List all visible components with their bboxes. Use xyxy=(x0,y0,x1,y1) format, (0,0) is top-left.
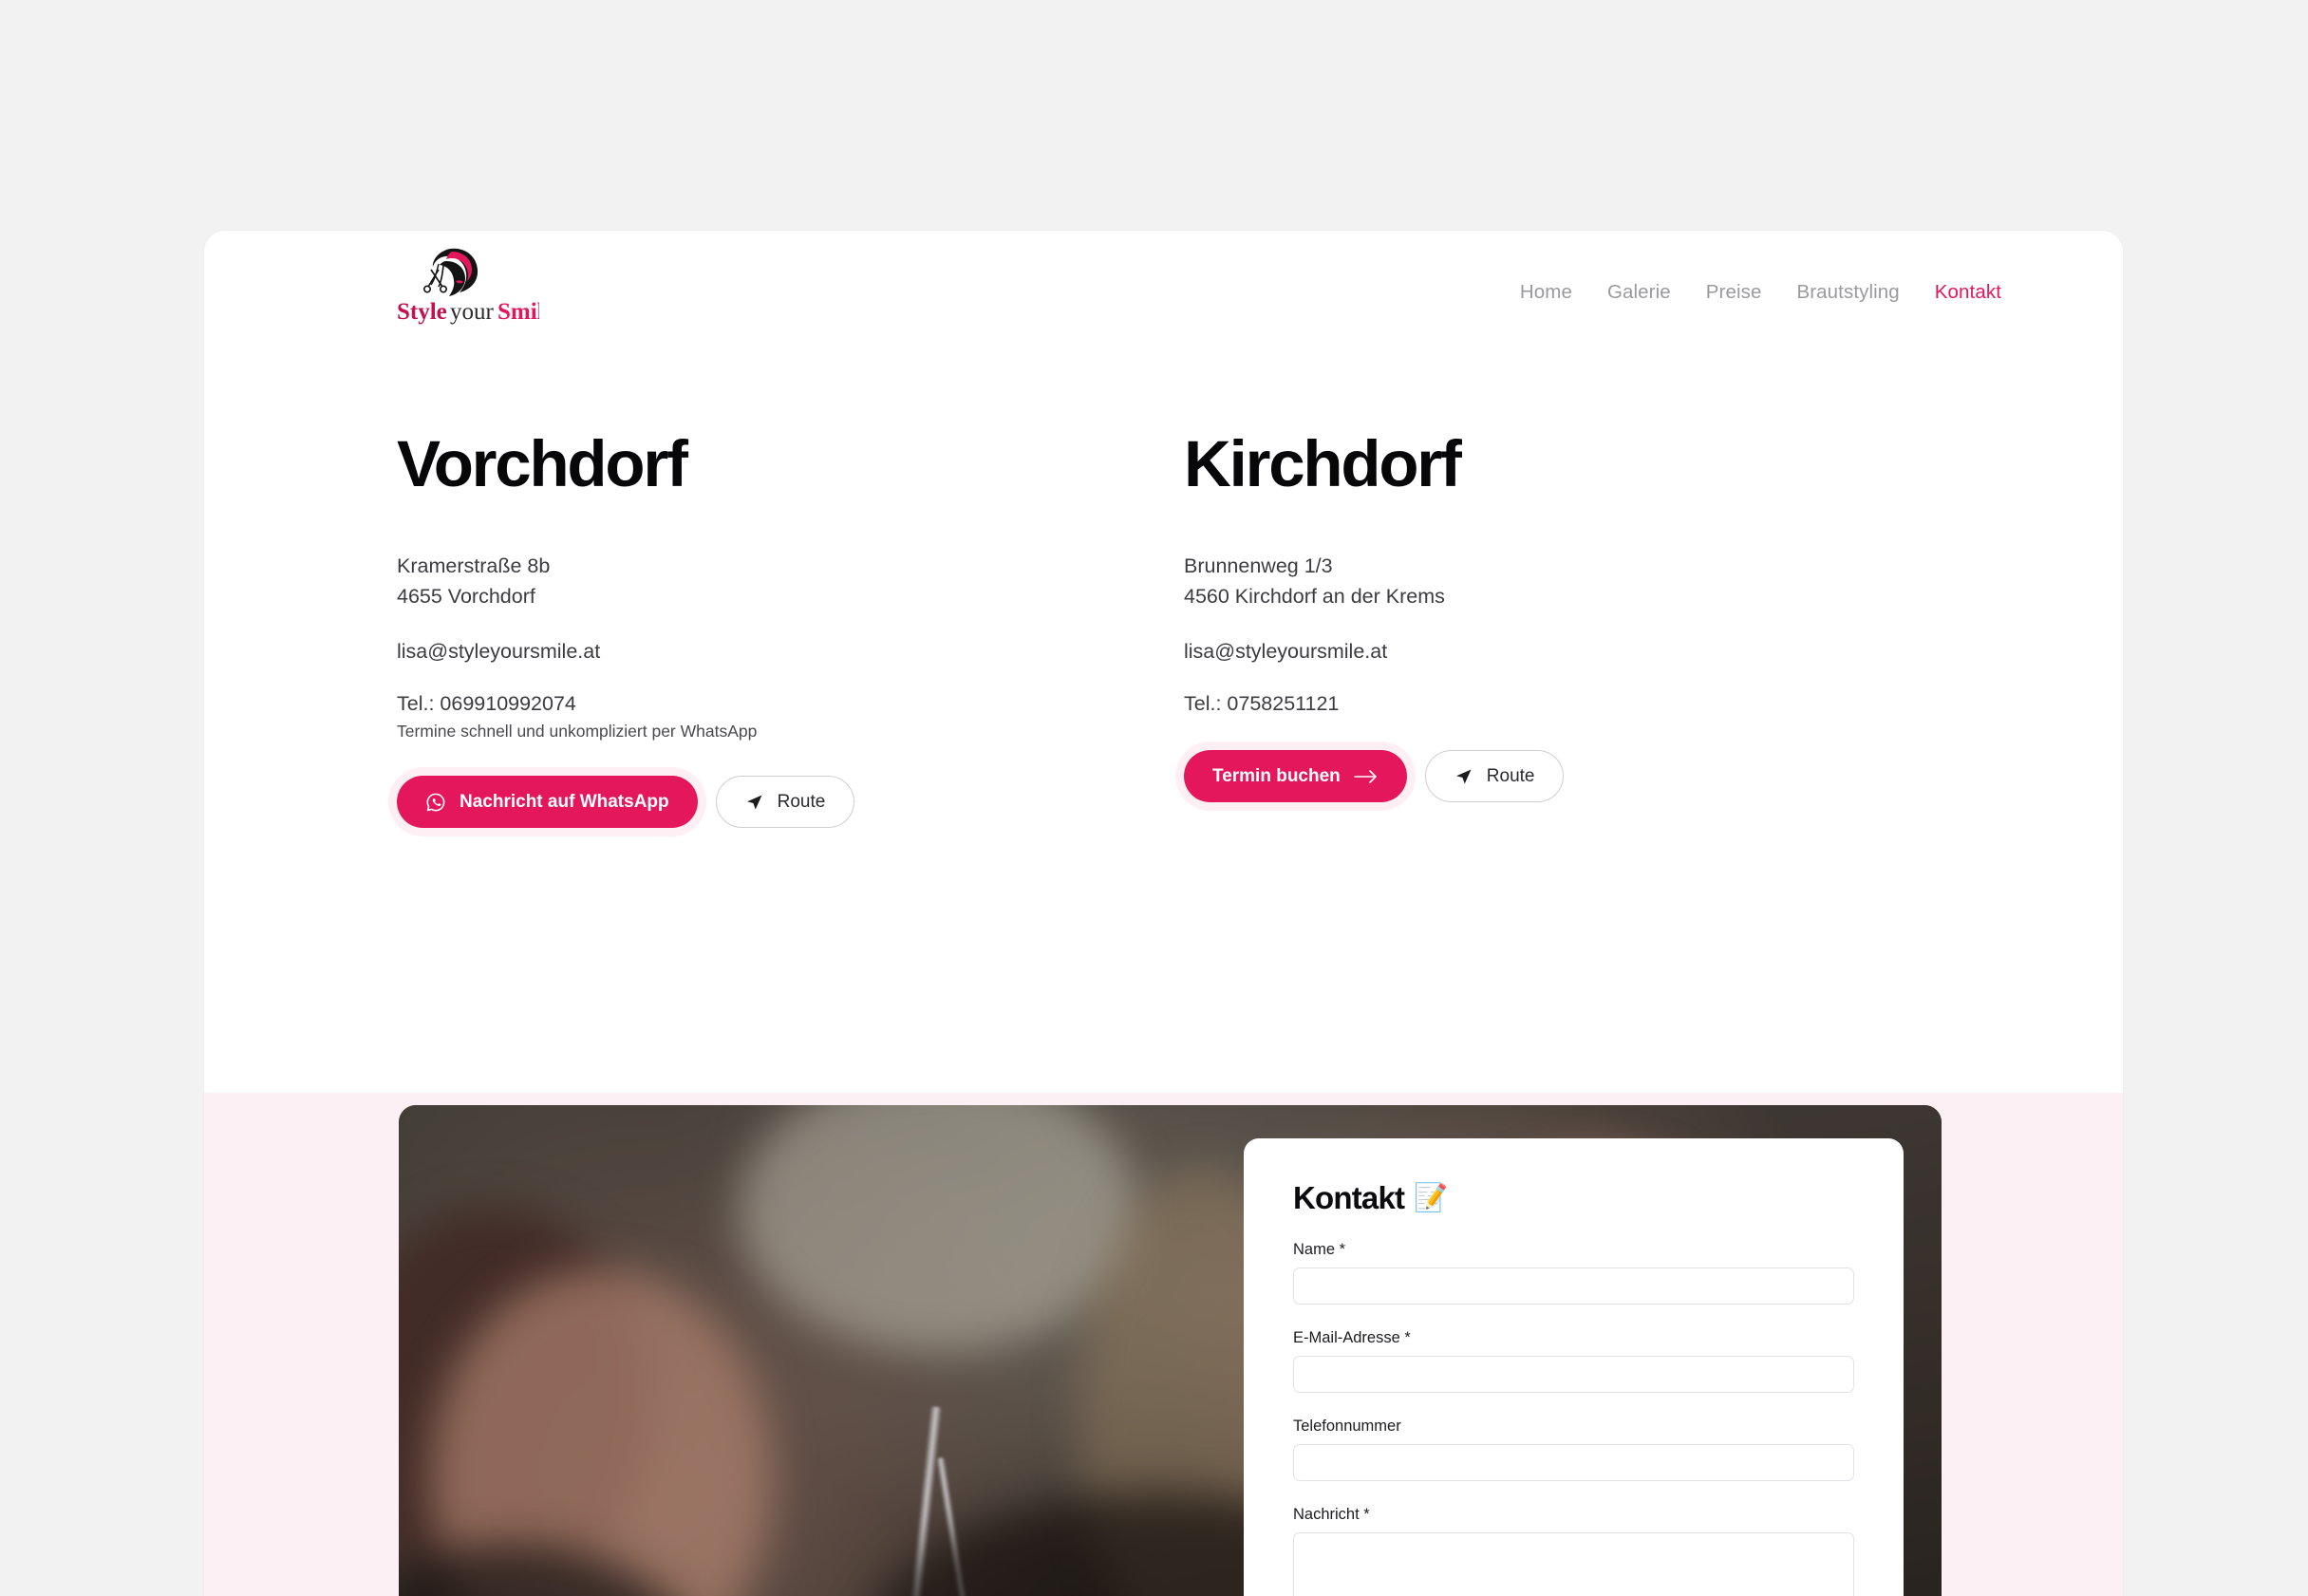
field-name: Name * xyxy=(1293,1241,1854,1305)
route-button-label: Route xyxy=(1486,765,1535,786)
location-street: Brunnenweg 1/3 xyxy=(1184,554,1333,578)
location-actions: Termin buchen Route xyxy=(1184,750,1905,803)
brand-text-your: your xyxy=(450,299,495,325)
route-button-kirchdorf[interactable]: Route xyxy=(1424,750,1565,803)
field-email-required-mark: * xyxy=(1404,1329,1411,1346)
browser-window: Style your Smile Home Galerie Preise Bra… xyxy=(204,231,2123,1596)
field-name-label-text: Name xyxy=(1293,1241,1336,1258)
contact-section: Kontakt 📝 Name * E-Mail-Adresse * Telefo… xyxy=(204,1093,2123,1596)
location-phone[interactable]: Tel.: 069910992074 xyxy=(397,692,1118,716)
contact-form: Kontakt 📝 Name * E-Mail-Adresse * Telefo… xyxy=(1244,1138,1904,1596)
location-email[interactable]: lisa@styleyoursmile.at xyxy=(397,640,1118,664)
location-card-vorchdorf: Vorchdorf Kramerstraße 8b 4655 Vorchdorf… xyxy=(397,373,1118,829)
location-note: Termine schnell und unkompliziert per Wh… xyxy=(397,722,758,742)
whatsapp-button-label: Nachricht auf WhatsApp xyxy=(460,791,669,812)
field-name-required-mark: * xyxy=(1339,1241,1346,1258)
brand-logo[interactable]: Style your Smile xyxy=(397,245,554,329)
desktop-backdrop: Style your Smile Home Galerie Preise Bra… xyxy=(0,0,2308,1596)
whatsapp-icon xyxy=(425,792,446,813)
arrow-right-icon xyxy=(1353,769,1379,784)
email-input[interactable] xyxy=(1293,1356,1854,1393)
field-phone: Telefonnummer xyxy=(1293,1418,1854,1481)
field-message-required-mark: * xyxy=(1363,1506,1370,1523)
location-card-kirchdorf: Kirchdorf Brunnenweg 1/3 4560 Kirchdorf … xyxy=(1184,373,1905,803)
book-appointment-button[interactable]: Termin buchen xyxy=(1184,750,1407,803)
location-actions: Nachricht auf WhatsApp Route xyxy=(397,776,1118,829)
field-phone-label-text: Telefonnummer xyxy=(1293,1418,1401,1435)
nav-item-kontakt[interactable]: Kontakt xyxy=(1935,281,2001,304)
location-address: Kramerstraße 8b 4655 Vorchdorf xyxy=(397,552,1118,612)
route-button-vorchdorf[interactable]: Route xyxy=(715,776,855,829)
field-email-label: E-Mail-Adresse * xyxy=(1293,1329,1854,1347)
nav-item-home[interactable]: Home xyxy=(1520,281,1572,304)
field-name-label: Name * xyxy=(1293,1241,1854,1259)
field-message-label-text: Nachricht xyxy=(1293,1506,1360,1523)
field-message: Nachricht * xyxy=(1293,1506,1854,1596)
main-navigation: Home Galerie Preise Brautstyling Kontakt xyxy=(1520,281,2001,304)
location-phone[interactable]: Tel.: 0758251121 xyxy=(1184,692,1905,716)
navigation-arrow-icon xyxy=(1454,767,1473,786)
navigation-arrow-icon xyxy=(745,793,764,812)
contact-form-title-text: Kontakt xyxy=(1293,1180,1405,1215)
location-street: Kramerstraße 8b xyxy=(397,554,551,578)
site-header: Style your Smile Home Galerie Preise Bra… xyxy=(204,231,2123,373)
phone-input[interactable] xyxy=(1293,1444,1854,1481)
field-email-label-text: E-Mail-Adresse xyxy=(1293,1329,1400,1346)
route-button-label: Route xyxy=(777,791,826,812)
nav-item-galerie[interactable]: Galerie xyxy=(1607,281,1671,304)
brand-text-smile: Smile xyxy=(497,299,539,325)
field-message-label: Nachricht * xyxy=(1293,1506,1854,1524)
message-textarea[interactable] xyxy=(1293,1532,1854,1596)
field-email: E-Mail-Adresse * xyxy=(1293,1329,1854,1393)
whatsapp-message-button[interactable]: Nachricht auf WhatsApp xyxy=(397,776,698,829)
locations-section: Vorchdorf Kramerstraße 8b 4655 Vorchdorf… xyxy=(204,373,2123,1093)
location-title: Kirchdorf xyxy=(1184,427,1462,500)
memo-icon: 📝 xyxy=(1414,1182,1448,1213)
nav-item-preise[interactable]: Preise xyxy=(1706,281,1762,304)
nav-item-brautstyling[interactable]: Brautstyling xyxy=(1796,281,1899,304)
contact-form-title: Kontakt 📝 xyxy=(1293,1180,1854,1216)
location-title: Vorchdorf xyxy=(397,427,688,500)
field-phone-label: Telefonnummer xyxy=(1293,1418,1854,1436)
name-input[interactable] xyxy=(1293,1267,1854,1305)
location-city: 4655 Vorchdorf xyxy=(397,585,535,609)
location-address: Brunnenweg 1/3 4560 Kirchdorf an der Kre… xyxy=(1184,552,1905,612)
location-city: 4560 Kirchdorf an der Krems xyxy=(1184,585,1445,609)
brand-text-style: Style xyxy=(397,299,447,325)
location-email[interactable]: lisa@styleyoursmile.at xyxy=(1184,640,1905,664)
book-appointment-label: Termin buchen xyxy=(1212,765,1341,786)
